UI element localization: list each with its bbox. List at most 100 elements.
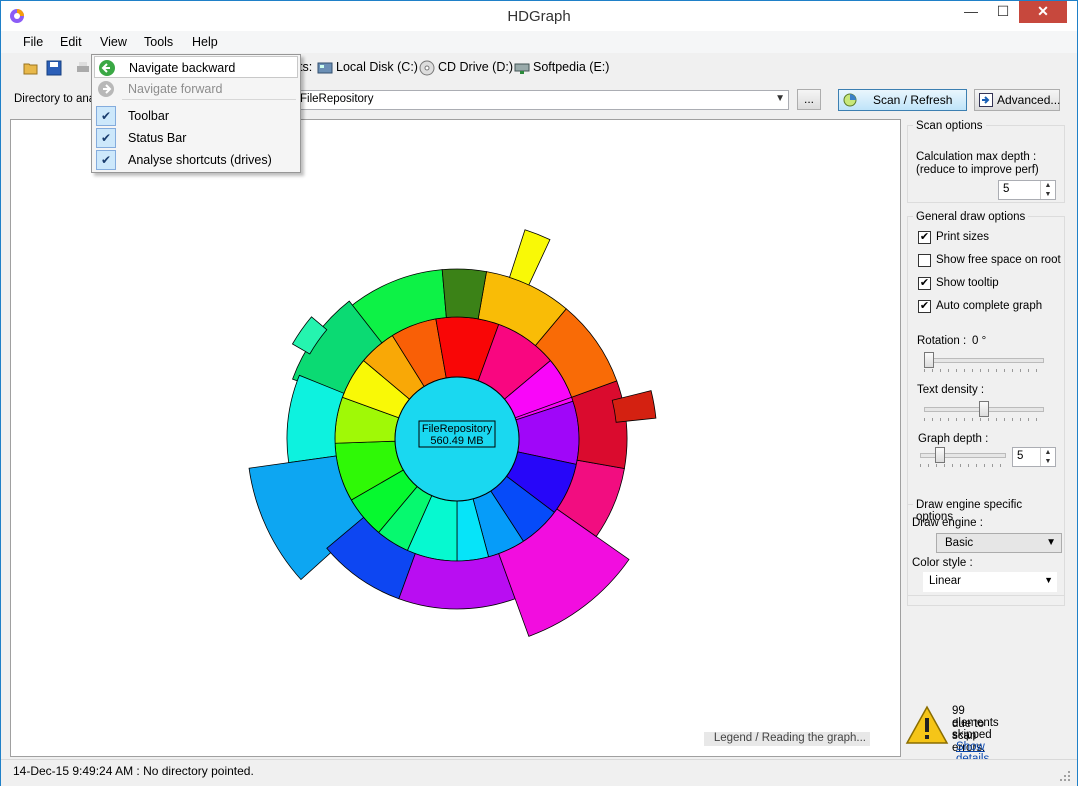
rotation-slider-thumb[interactable] [924, 352, 934, 368]
forward-arrow-icon [98, 81, 114, 97]
analyse-shortcuts-label: Analyse shortcuts (drives) [128, 153, 272, 167]
menu-statusbar-toggle[interactable]: ✔ Status Bar [94, 127, 298, 149]
chevron-down-icon[interactable]: ▼ [775, 93, 785, 104]
menu-bar: File Edit View Tools Help [1, 31, 1077, 84]
legend-link[interactable]: Legend / Reading the graph... [704, 732, 870, 746]
sunburst-outer-segment[interactable] [509, 229, 551, 286]
app-window: HDGraph — ☐ ✕ File Edit View Tools Help … [0, 0, 1078, 786]
menu-toolbar-toggle[interactable]: ✔ Toolbar [94, 105, 298, 127]
menu-navigate-forward[interactable]: Navigate forward [94, 78, 298, 100]
navigate-forward-label: Navigate forward [128, 82, 223, 96]
browse-button[interactable]: ... [797, 89, 821, 110]
network-drive-icon[interactable] [514, 60, 530, 76]
drive-local-disk[interactable]: Local Disk (C:) [336, 60, 418, 74]
check-icon: ✔ [96, 106, 116, 126]
menu-navigate-backward[interactable]: Navigate backward [94, 56, 298, 78]
print-sizes-checkbox[interactable]: ✔ [918, 231, 931, 244]
menu-edit[interactable]: Edit [60, 35, 82, 49]
menu-analyse-shortcuts-toggle[interactable]: ✔ Analyse shortcuts (drives) [94, 149, 298, 171]
color-style-value: Linear [929, 575, 961, 587]
chevron-down-icon[interactable]: ▼ [1046, 537, 1056, 548]
graph-depth-label: Graph depth : [918, 433, 989, 445]
auto-complete-checkbox[interactable]: ✔ [918, 300, 931, 313]
check-icon: ✔ [96, 150, 116, 170]
save-icon[interactable] [46, 60, 62, 76]
window-title: HDGraph [507, 8, 571, 25]
menu-file[interactable]: File [23, 35, 43, 49]
graph-canvas[interactable]: FileRepository 560.49 MB [10, 119, 901, 757]
draw-engine-select[interactable]: Basic ▼ [936, 533, 1062, 553]
rotation-value: 0 ° [972, 335, 987, 347]
menu-tools[interactable]: Tools [144, 35, 173, 49]
print-sizes-label: Print sizes [936, 231, 990, 243]
directory-combo[interactable]: FileRepository ▼ [241, 90, 789, 110]
show-free-checkbox[interactable] [918, 254, 931, 267]
status-bar: 14-Dec-15 9:49:24 AM : No directory poin… [1, 759, 1077, 786]
toolbar-toggle-label: Toolbar [128, 109, 169, 123]
show-tooltip-label: Show tooltip [936, 277, 999, 289]
cd-drive-icon[interactable] [419, 60, 435, 76]
scan-refresh-button[interactable]: Scan / Refresh [838, 89, 967, 111]
options-panel: Scan options Calculation max depth : (re… [905, 119, 1069, 759]
sunburst-ring2-segment[interactable] [398, 553, 516, 610]
graph-label: 560.49 MB [430, 435, 483, 447]
graph-depth-slider-thumb[interactable] [935, 447, 946, 463]
statusbar-toggle-label: Status Bar [128, 131, 187, 145]
scan-icon [843, 93, 857, 107]
drive-cd[interactable]: CD Drive (D:) [438, 60, 513, 74]
general-draw-title: General draw options [913, 211, 1029, 223]
status-text: 14-Dec-15 9:49:24 AM : No directory poin… [13, 764, 254, 778]
print-icon[interactable] [75, 60, 91, 76]
check-icon: ✔ [96, 128, 116, 148]
advanced-button[interactable]: Advanced... [974, 89, 1060, 111]
color-style-label: Color style : [912, 557, 973, 569]
maximize-button[interactable]: ☐ [988, 1, 1018, 23]
back-arrow-icon [99, 60, 115, 76]
open-folder-icon[interactable] [23, 60, 39, 76]
calc-depth-label: Calculation max depth : [916, 151, 1037, 163]
sunburst-ring2-segment[interactable] [441, 268, 487, 320]
local-disk-icon[interactable] [317, 60, 333, 76]
text-density-slider[interactable] [924, 401, 1044, 425]
scan-options-group: Scan options Calculation max depth : (re… [907, 120, 1065, 203]
sunburst-graph[interactable]: FileRepository560.49 MB [11, 120, 900, 756]
draw-engine-value: Basic [945, 537, 974, 549]
navigate-backward-label: Navigate backward [129, 61, 236, 75]
menu-separator [122, 99, 296, 100]
show-tooltip-checkbox[interactable]: ✔ [918, 277, 931, 290]
spinner-arrows-icon[interactable]: ▲ ▼ [1040, 181, 1055, 199]
title-bar: HDGraph — ☐ ✕ [1, 1, 1077, 31]
minimize-button[interactable]: — [956, 1, 986, 23]
warning-icon [905, 705, 949, 744]
graph-depth-value: 5 [1017, 450, 1024, 462]
directory-path: FileRepository [300, 93, 374, 105]
show-free-label: Show free space on root [936, 254, 1061, 266]
color-style-select[interactable]: Linear ▼ [923, 572, 1057, 592]
drive-softpedia[interactable]: Softpedia (E:) [533, 60, 609, 74]
graph-label: FileRepository [422, 423, 493, 435]
menu-help[interactable]: Help [192, 35, 218, 49]
scan-options-title: Scan options [913, 120, 986, 132]
engine-options-group: Draw engine specific options Draw engine… [907, 499, 1065, 596]
calc-depth-value: 5 [1003, 183, 1010, 195]
text-density-label: Text density : [917, 384, 985, 396]
resize-grip-icon[interactable] [1059, 770, 1071, 782]
menu-view[interactable]: View [100, 35, 127, 49]
graph-depth-spinner[interactable]: 5 ▲ ▼ [1012, 447, 1056, 467]
directory-label: Directory to anal [14, 93, 98, 105]
close-button[interactable]: ✕ [1019, 1, 1067, 23]
view-dropdown-menu: Navigate backward Navigate forward ✔ Too… [91, 54, 301, 173]
draw-engine-label: Draw engine : [912, 517, 983, 529]
calc-depth-spinner[interactable]: 5 ▲ ▼ [998, 180, 1056, 200]
scan-refresh-label: Scan / Refresh [873, 93, 953, 107]
graph-depth-slider[interactable] [920, 447, 1006, 471]
auto-complete-label: Auto complete graph [936, 300, 1043, 312]
text-density-slider-thumb[interactable] [979, 401, 989, 417]
spinner-arrows-icon[interactable]: ▲ ▼ [1040, 448, 1055, 466]
chevron-down-icon[interactable]: ▼ [1044, 575, 1053, 585]
calc-depth-hint: (reduce to improve perf) [916, 164, 1039, 176]
arrow-right-icon [979, 93, 993, 107]
rotation-label: Rotation : [917, 335, 967, 347]
rotation-slider[interactable] [924, 352, 1044, 376]
advanced-label: Advanced... [997, 93, 1061, 107]
